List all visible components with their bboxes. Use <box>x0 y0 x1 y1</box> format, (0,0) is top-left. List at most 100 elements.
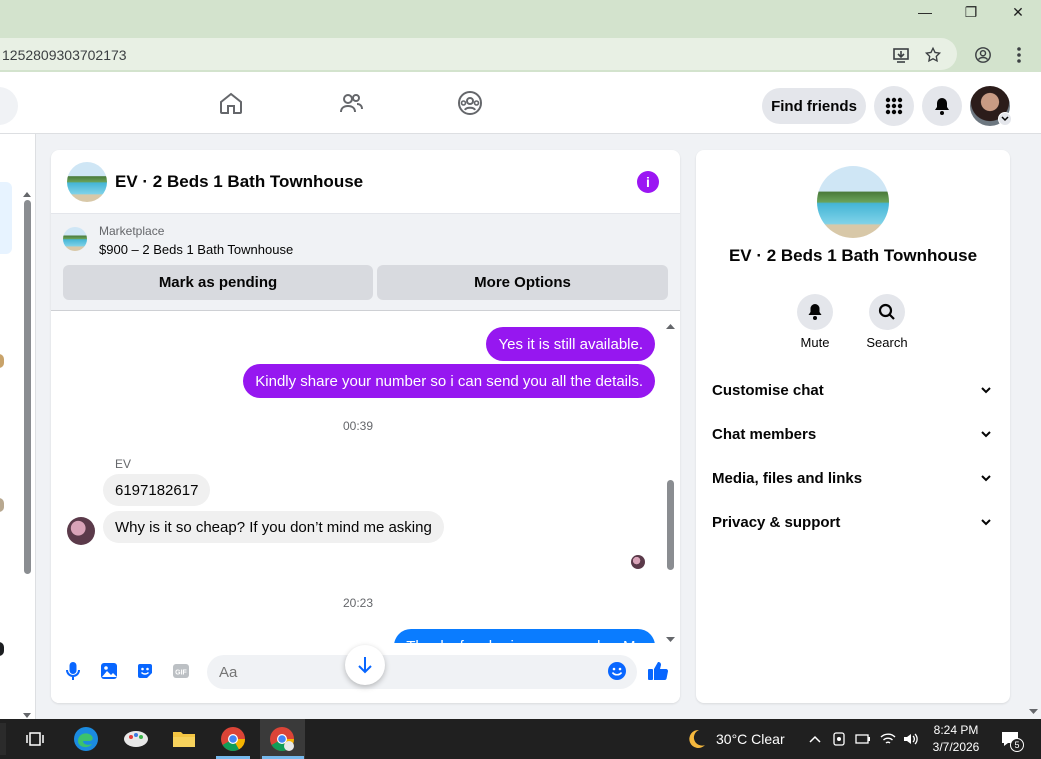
thumbs-up-icon[interactable] <box>647 660 669 682</box>
url-field[interactable]: 1252809303702173 <box>0 38 957 70</box>
seen-indicator-avatar <box>631 555 645 569</box>
section-label: Media, files and links <box>712 470 863 487</box>
paint-app-icon[interactable] <box>122 725 150 753</box>
account-chevron-icon[interactable] <box>998 112 1012 126</box>
sender-avatar[interactable] <box>67 517 95 545</box>
mute-label[interactable]: Mute <box>785 335 845 350</box>
address-bar: 1252809303702173 <box>0 36 1041 72</box>
meet-icon[interactable] <box>830 730 848 748</box>
bookmark-star-icon[interactable] <box>922 44 944 66</box>
chevron-down-icon <box>978 382 994 398</box>
browser-menu-icon[interactable] <box>1008 44 1030 66</box>
browser-titlebar: — ❐ ✕ <box>0 0 1041 36</box>
volume-icon[interactable] <box>902 730 920 748</box>
scroll-up-arrow-icon[interactable] <box>666 316 675 334</box>
message-list: Yes it is still available. Kindly share … <box>51 311 680 643</box>
clock-time[interactable]: 8:24 PM <box>930 723 982 737</box>
weather-moon-icon[interactable] <box>682 725 710 753</box>
info-icon[interactable]: i <box>637 171 659 193</box>
chat-list-scrollbar[interactable] <box>24 200 31 574</box>
scroll-down-arrow-icon[interactable] <box>1029 702 1038 720</box>
windows-taskbar: 30°C Clear 8:24 PM 3/7/2026 5 <box>0 719 1041 759</box>
section-media-files-links[interactable]: Media, files and links <box>696 458 1010 498</box>
section-customise-chat[interactable]: Customise chat <box>696 370 1010 410</box>
chat-header: EV · 2 Beds 1 Bath Townhouse i <box>51 150 680 214</box>
wifi-icon[interactable] <box>879 730 897 748</box>
chat-title[interactable]: EV · 2 Beds 1 Bath Townhouse <box>115 172 363 192</box>
chat-list-selected-item[interactable] <box>0 182 12 254</box>
find-friends-button[interactable]: Find friends <box>762 88 866 124</box>
close-button[interactable]: ✕ <box>995 0 1041 24</box>
svg-text:GIF: GIF <box>175 670 187 677</box>
page-scrollbar[interactable] <box>1026 134 1041 719</box>
chevron-down-icon <box>978 514 994 530</box>
battery-icon[interactable] <box>854 730 872 748</box>
chat-list-avatar <box>0 498 4 512</box>
home-icon[interactable] <box>218 90 244 116</box>
message-input[interactable] <box>207 655 637 689</box>
message-scrollbar[interactable] <box>667 480 674 570</box>
sender-name: EV <box>115 457 132 471</box>
listing-photo[interactable] <box>817 166 889 238</box>
outgoing-message[interactable]: Yes it is still available. <box>486 327 655 361</box>
conversation-info-panel: EV · 2 Beds 1 Bath Townhouse Mute Search… <box>696 150 1010 703</box>
microphone-icon[interactable] <box>62 660 84 682</box>
photo-icon[interactable] <box>98 660 120 682</box>
more-options-button[interactable]: More Options <box>377 265 668 300</box>
chevron-down-icon <box>978 426 994 442</box>
gif-icon[interactable]: GIF <box>170 660 192 682</box>
chat-list-avatar <box>0 642 4 656</box>
section-chat-members[interactable]: Chat members <box>696 414 1010 454</box>
mark-as-pending-button[interactable]: Mark as pending <box>63 265 373 300</box>
profile-icon[interactable] <box>972 44 994 66</box>
section-privacy-support[interactable]: Privacy & support <box>696 502 1010 542</box>
incoming-message[interactable]: Why is it so cheap? If you don’t mind me… <box>103 511 444 543</box>
minimize-button[interactable]: — <box>902 0 948 24</box>
marketplace-label: Marketplace <box>99 224 165 238</box>
marketplace-item[interactable]: $900 – 2 Beds 1 Bath Townhouse <box>99 242 293 257</box>
task-view-icon[interactable] <box>21 725 49 753</box>
edge-browser-icon[interactable] <box>72 725 100 753</box>
chrome-icon[interactable] <box>219 725 247 753</box>
marketplace-bar: Marketplace $900 – 2 Beds 1 Bath Townhou… <box>51 214 680 311</box>
notifications-bell-icon[interactable] <box>922 86 962 126</box>
mute-bell-icon[interactable] <box>797 294 833 330</box>
menu-grid-icon[interactable] <box>874 86 914 126</box>
info-title: EV · 2 Beds 1 Bath Townhouse <box>728 246 978 265</box>
chat-list-avatar <box>0 354 4 368</box>
sticker-icon[interactable] <box>134 660 156 682</box>
timestamp: 20:23 <box>342 596 374 610</box>
friends-icon[interactable] <box>338 90 364 116</box>
section-label: Customise chat <box>712 382 824 399</box>
scroll-down-arrow-icon[interactable] <box>23 706 31 718</box>
scroll-up-arrow-icon[interactable] <box>23 184 31 197</box>
search-stub[interactable] <box>0 723 6 755</box>
chat-panel: EV · 2 Beds 1 Bath Townhouse i Marketpla… <box>51 150 680 703</box>
chat-list-stub <box>0 134 36 719</box>
outgoing-message[interactable]: Thanks for sharing your number My <box>394 629 655 643</box>
show-hidden-icons-icon[interactable] <box>806 730 824 748</box>
clock-date[interactable]: 3/7/2026 <box>930 740 982 754</box>
section-label: Privacy & support <box>712 514 841 531</box>
groups-icon[interactable] <box>457 90 483 116</box>
search-field-stub[interactable] <box>0 87 18 125</box>
install-app-icon[interactable] <box>890 44 912 66</box>
incoming-message[interactable]: 6197182617 <box>103 474 211 506</box>
marketplace-thumbnail <box>63 227 87 251</box>
notification-count-badge: 5 <box>1010 738 1024 752</box>
url-text: 1252809303702173 <box>2 47 127 63</box>
emoji-icon[interactable] <box>606 660 628 682</box>
listing-thumbnail[interactable] <box>67 162 107 202</box>
section-label: Chat members <box>712 426 817 443</box>
timestamp: 00:39 <box>342 419 374 433</box>
search-label[interactable]: Search <box>857 335 917 350</box>
scroll-to-bottom-button[interactable] <box>345 645 385 685</box>
weather-text[interactable]: 30°C Clear <box>716 731 785 747</box>
restore-button[interactable]: ❐ <box>948 0 994 24</box>
search-icon[interactable] <box>869 294 905 330</box>
chevron-down-icon <box>978 470 994 486</box>
facebook-navbar: Find friends <box>0 72 1041 134</box>
file-explorer-icon[interactable] <box>170 725 198 753</box>
chrome-profile-icon[interactable] <box>268 725 296 753</box>
outgoing-message[interactable]: Kindly share your number so i can send y… <box>243 364 655 398</box>
